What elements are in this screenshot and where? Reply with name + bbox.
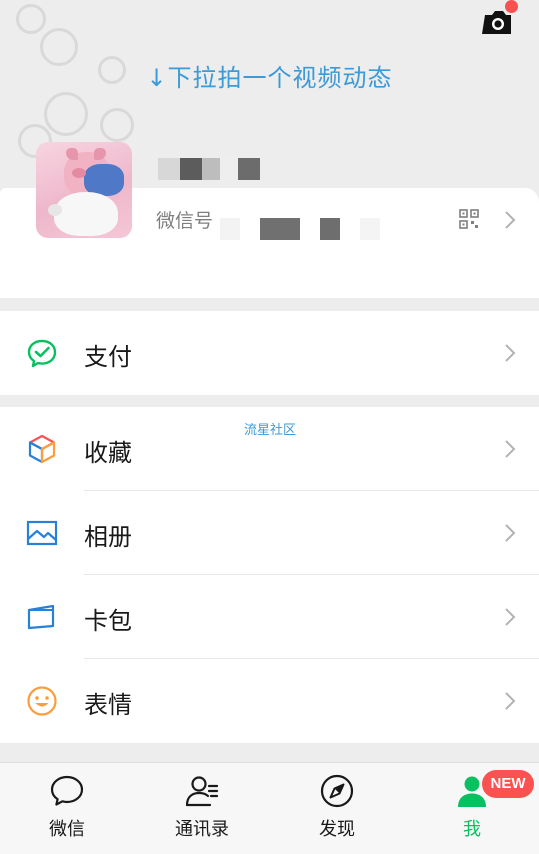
camera-notification-dot (505, 0, 518, 13)
menu-item-label: 相册 (84, 523, 132, 551)
menu-item-pay[interactable]: 支付 (0, 311, 539, 395)
menu-group-pay: 支付 (0, 311, 539, 395)
decorative-bubble (16, 4, 46, 34)
tab-discover[interactable]: 发现 (287, 763, 387, 854)
tab-label: 微信 (49, 819, 85, 840)
menu-item-stickers[interactable]: 表情 (0, 659, 539, 743)
decorative-bubble (100, 108, 134, 142)
chat-bubble-icon (50, 775, 84, 806)
watermark-text: 流星社区 (244, 423, 297, 438)
wechat-id-label: 微信号 (156, 210, 214, 232)
decorative-bubble (44, 92, 88, 136)
nickname-redacted (158, 158, 262, 182)
wallet-icon (27, 339, 57, 368)
cube-icon (28, 434, 56, 464)
chevron-right-icon (505, 692, 516, 710)
chevron-right-icon (505, 524, 516, 542)
menu-item-label: 收藏 (84, 439, 132, 467)
chevron-right-icon (505, 440, 516, 458)
tab-label: 我 (463, 819, 481, 840)
menu-item-label: 支付 (84, 343, 132, 371)
tab-label: 发现 (319, 819, 355, 840)
pull-hint-text: ↓下拉拍一个视频动态 (146, 64, 393, 92)
tab-contacts[interactable]: 通讯录 (152, 763, 252, 854)
bottom-tab-bar: 微信 通讯录 发现 我 (0, 762, 539, 854)
avatar-pig-ear (66, 148, 78, 160)
qr-code-icon[interactable] (459, 209, 479, 229)
smiley-icon (27, 686, 57, 716)
tab-chats[interactable]: 微信 (17, 763, 117, 854)
menu-item-label: 卡包 (84, 607, 132, 635)
contacts-icon (185, 776, 219, 807)
chevron-right-icon[interactable] (503, 209, 517, 231)
menu-group-main: 收藏 相册 卡包 表情 (0, 407, 539, 743)
card-icon (27, 604, 55, 630)
avatar[interactable] (36, 142, 132, 238)
chevron-right-icon (505, 608, 516, 626)
wechat-id-redacted (220, 218, 380, 242)
compass-icon (320, 774, 354, 808)
photo-icon (26, 520, 58, 546)
menu-item-label: 表情 (84, 691, 132, 719)
chevron-right-icon (505, 344, 516, 362)
menu-item-cards[interactable]: 卡包 (0, 575, 539, 659)
tab-label: 通讯录 (175, 819, 229, 840)
new-badge: NEW (482, 770, 534, 798)
avatar-piggybank (54, 192, 118, 236)
avatar-piggybank-snout (48, 204, 62, 216)
menu-item-album[interactable]: 相册 (0, 491, 539, 575)
avatar-pig-snout (72, 168, 86, 178)
